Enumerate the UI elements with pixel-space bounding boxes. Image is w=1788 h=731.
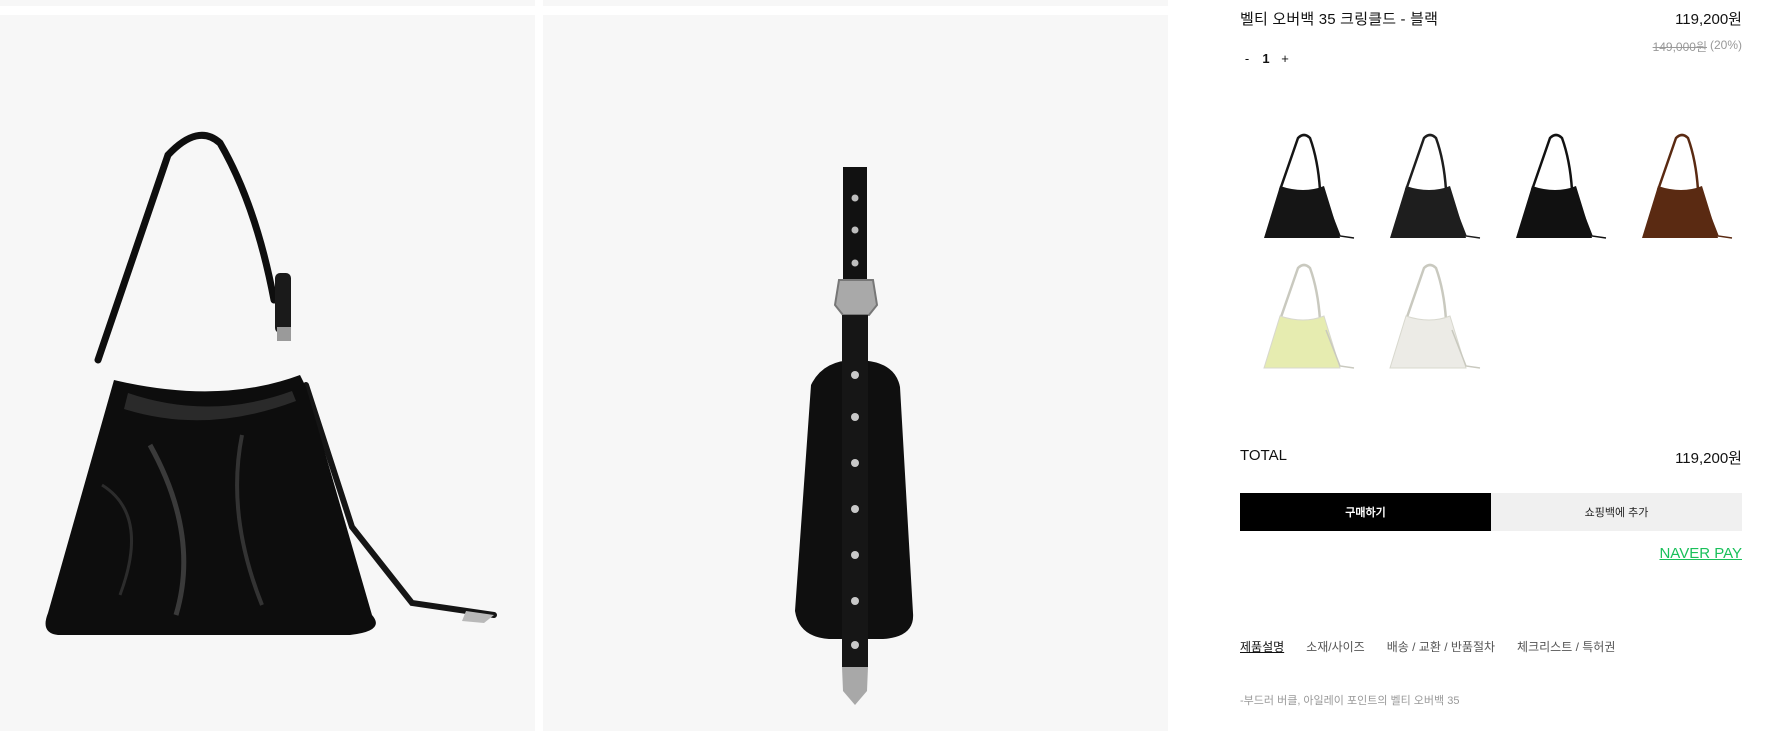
product-info-panel: 벨티 오버백 35 크링클드 - 블랙 119,200원 149,000원 (2… xyxy=(1240,0,1742,731)
bag-thumbnail-icon xyxy=(1516,133,1607,239)
total-label: TOTAL xyxy=(1240,447,1287,464)
product-price: 119,200원 xyxy=(1675,11,1742,28)
naver-pay-link[interactable]: NAVER PAY xyxy=(1659,545,1742,562)
tab-checklist-patent[interactable]: 체크리스트 / 특허권 xyxy=(1517,638,1615,655)
bag-thumbnail-icon xyxy=(1263,263,1355,369)
discount-rate: (20%) xyxy=(1709,38,1742,52)
bag-thumbnail-icon xyxy=(1390,133,1481,239)
product-photo-front xyxy=(0,15,535,731)
color-swatch[interactable] xyxy=(1366,250,1492,370)
product-photo-side xyxy=(543,15,1168,731)
original-price: 149,000원 xyxy=(1652,40,1707,54)
product-name: 벨티 오버백 35 크링클드 - 블랙 xyxy=(1240,11,1439,28)
bag-side-image xyxy=(795,167,914,705)
bag-thumbnail-icon xyxy=(1264,133,1355,239)
bag-thumbnail-icon xyxy=(1389,263,1481,369)
color-swatch[interactable] xyxy=(1240,250,1366,370)
color-swatch[interactable] xyxy=(1240,120,1366,240)
product-gallery xyxy=(0,0,1168,731)
color-swatch[interactable] xyxy=(1366,120,1492,240)
tab-description[interactable]: 제품설명 xyxy=(1240,638,1284,655)
quantity-value[interactable]: 1 xyxy=(1254,51,1278,66)
previous-photo-edge xyxy=(0,0,535,6)
tab-material-size[interactable]: 소재/사이즈 xyxy=(1306,638,1365,655)
bag-thumbnail-icon xyxy=(1642,133,1733,239)
tab-shipping-returns[interactable]: 배송 / 교환 / 반품절차 xyxy=(1387,638,1495,655)
quantity-stepper: - 1 + xyxy=(1240,51,1292,66)
add-to-cart-button[interactable]: 쇼핑백에 추가 xyxy=(1491,493,1742,531)
previous-photo-edge xyxy=(543,0,1168,6)
detail-tabs: 제품설명 소재/사이즈 배송 / 교환 / 반품절차 체크리스트 / 특허권 xyxy=(1240,638,1637,655)
bag-front-image xyxy=(45,131,497,635)
quantity-decrease-button[interactable]: - xyxy=(1240,51,1254,66)
color-swatch[interactable] xyxy=(1492,120,1618,240)
total-value: 119,200원 xyxy=(1675,450,1742,467)
buy-button[interactable]: 구매하기 xyxy=(1240,493,1491,531)
quantity-increase-button[interactable]: + xyxy=(1278,51,1292,66)
color-swatch[interactable] xyxy=(1618,120,1744,240)
description-preview: -부드러 버클, 아일레이 포인트의 벨티 오버백 35 xyxy=(1240,695,1460,707)
